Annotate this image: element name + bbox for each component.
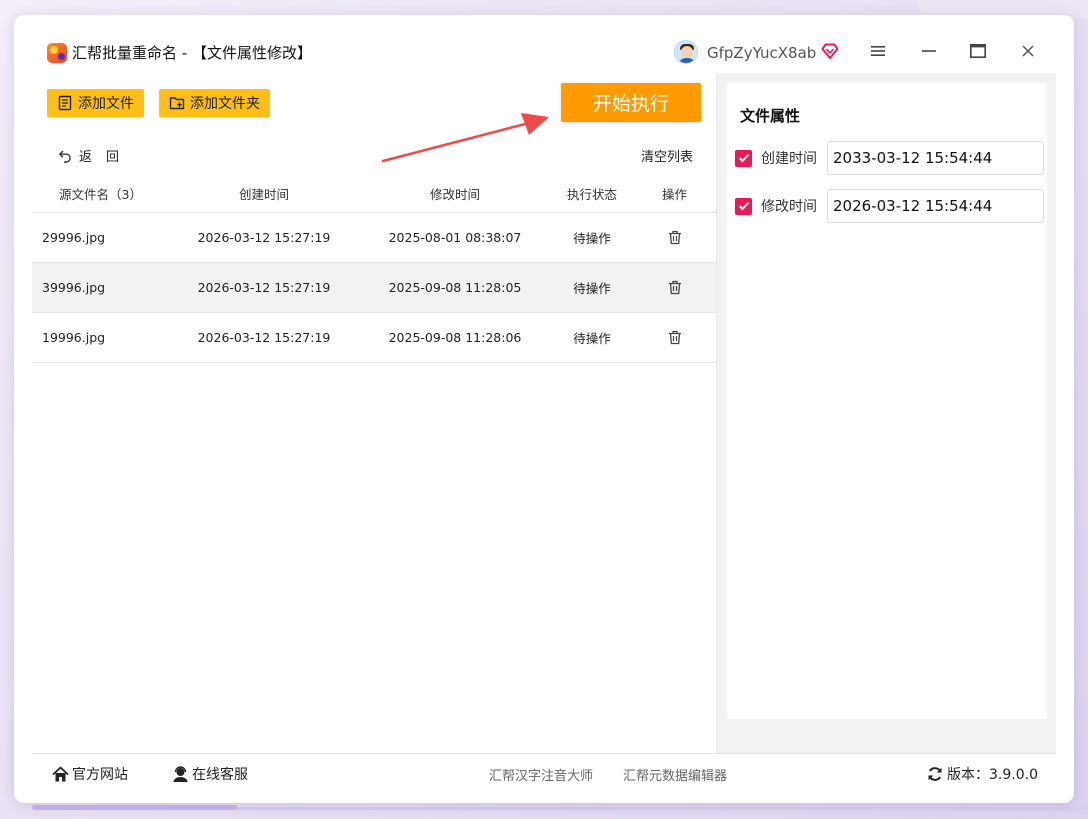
check-icon — [738, 153, 749, 163]
home-icon — [52, 766, 69, 781]
delete-button[interactable] — [633, 230, 716, 245]
refresh-icon — [928, 767, 942, 781]
header-action: 操作 — [661, 187, 687, 202]
start-execute-button[interactable]: 开始执行 — [561, 83, 701, 122]
cell-created: 2026-03-12 15:27:19 — [197, 280, 331, 295]
trash-icon — [668, 280, 681, 295]
trash-icon — [668, 330, 681, 345]
background-progress-bar — [32, 805, 237, 810]
title-bar: 汇帮批量重命名 - 【文件属性修改】 GfpZyYucX8ab — [14, 15, 1074, 73]
window-title: 汇帮批量重命名 - 【文件属性修改】 — [72, 44, 312, 62]
version-info[interactable]: 版本：3.9.0.0 — [927, 764, 1038, 784]
modified-time-input[interactable] — [827, 189, 1044, 223]
header-modified: 修改时间 — [429, 187, 480, 202]
table-row[interactable]: 19996.jpg 2026-03-12 15:27:19 2025-09-08… — [32, 313, 716, 363]
add-file-label: 添加文件 — [78, 96, 134, 112]
table-row[interactable]: 39996.jpg 2026-03-12 15:27:19 2025-09-08… — [32, 263, 716, 313]
cell-modified: 2025-08-01 08:38:07 — [388, 230, 522, 245]
background-strip — [237, 807, 1088, 810]
footer-bar: 官方网站 在线客服 汇帮汉字注音大师 汇帮元数据编辑器 版本：3.9.0.0 — [32, 753, 1056, 791]
back-button[interactable]: 返回 — [58, 146, 133, 165]
cell-created: 2026-03-12 15:27:19 — [197, 330, 331, 345]
table-row[interactable]: 29996.jpg 2026-03-12 15:27:19 2025-08-01… — [32, 213, 716, 263]
maximize-icon[interactable] — [968, 41, 988, 61]
cell-status: 待操作 — [573, 281, 611, 296]
official-website-link[interactable]: 官方网站 — [52, 764, 128, 784]
modified-time-row: 修改时间 — [734, 189, 1044, 223]
app-logo-icon — [47, 43, 67, 63]
file-table: 源文件名（3） 创建时间 修改时间 执行状态 操作 29996.jpg 2026… — [32, 175, 716, 363]
app-window: 汇帮批量重命名 - 【文件属性修改】 GfpZyYucX8ab 添加文件 添加文… — [14, 15, 1074, 803]
clear-list-button[interactable]: 清空列表 — [641, 146, 693, 165]
created-time-checkbox[interactable] — [735, 149, 752, 167]
undo-arrow-icon — [59, 150, 71, 163]
cell-created: 2026-03-12 15:27:19 — [197, 230, 331, 245]
delete-button[interactable] — [633, 280, 716, 295]
cell-status: 待操作 — [573, 331, 611, 346]
official-website-label: 官方网站 — [72, 767, 128, 783]
online-service-label: 在线客服 — [192, 767, 248, 783]
trash-icon — [668, 230, 681, 245]
folder-plus-icon — [169, 97, 185, 110]
add-folder-button[interactable]: 添加文件夹 — [159, 89, 270, 117]
created-time-input[interactable] — [827, 141, 1044, 175]
cell-filename: 29996.jpg — [42, 230, 106, 245]
properties-panel — [716, 73, 1056, 753]
created-time-label: 创建时间 — [761, 151, 817, 167]
modified-time-label: 修改时间 — [761, 199, 817, 215]
table-header: 源文件名（3） 创建时间 修改时间 执行状态 操作 — [32, 175, 716, 213]
menu-icon[interactable] — [868, 41, 888, 61]
add-file-button[interactable]: 添加文件 — [47, 89, 144, 117]
modified-time-checkbox[interactable] — [735, 197, 752, 215]
online-service-link[interactable]: 在线客服 — [172, 764, 248, 784]
add-folder-label: 添加文件夹 — [190, 96, 260, 112]
back-label: 返回 — [79, 150, 134, 165]
headset-user-icon — [173, 765, 188, 782]
cell-filename: 39996.jpg — [42, 280, 106, 295]
user-avatar[interactable] — [674, 40, 698, 64]
username-label[interactable]: GfpZyYucX8ab — [707, 43, 816, 63]
version-label: 版本：3.9.0.0 — [947, 767, 1038, 783]
header-status: 执行状态 — [566, 187, 617, 202]
document-list-icon — [58, 95, 72, 111]
created-time-row: 创建时间 — [734, 141, 1044, 175]
cell-modified: 2025-09-08 11:28:06 — [388, 330, 522, 345]
close-icon[interactable] — [1018, 41, 1038, 61]
metadata-editor-link[interactable]: 汇帮元数据编辑器 — [623, 765, 727, 784]
diamond-heart-icon[interactable] — [821, 42, 839, 60]
annotation-arrow — [381, 113, 549, 163]
cell-status: 待操作 — [573, 231, 611, 246]
minimize-icon[interactable] — [919, 41, 939, 61]
header-filename: 源文件名（3） — [59, 187, 142, 202]
cell-modified: 2025-09-08 11:28:05 — [388, 280, 522, 295]
properties-title: 文件属性 — [740, 107, 801, 125]
hanzi-pinyin-link[interactable]: 汇帮汉字注音大师 — [489, 765, 593, 784]
cell-filename: 19996.jpg — [42, 330, 106, 345]
properties-card — [727, 83, 1047, 719]
header-created: 创建时间 — [238, 187, 289, 202]
delete-button[interactable] — [633, 330, 716, 345]
check-icon — [738, 201, 749, 211]
